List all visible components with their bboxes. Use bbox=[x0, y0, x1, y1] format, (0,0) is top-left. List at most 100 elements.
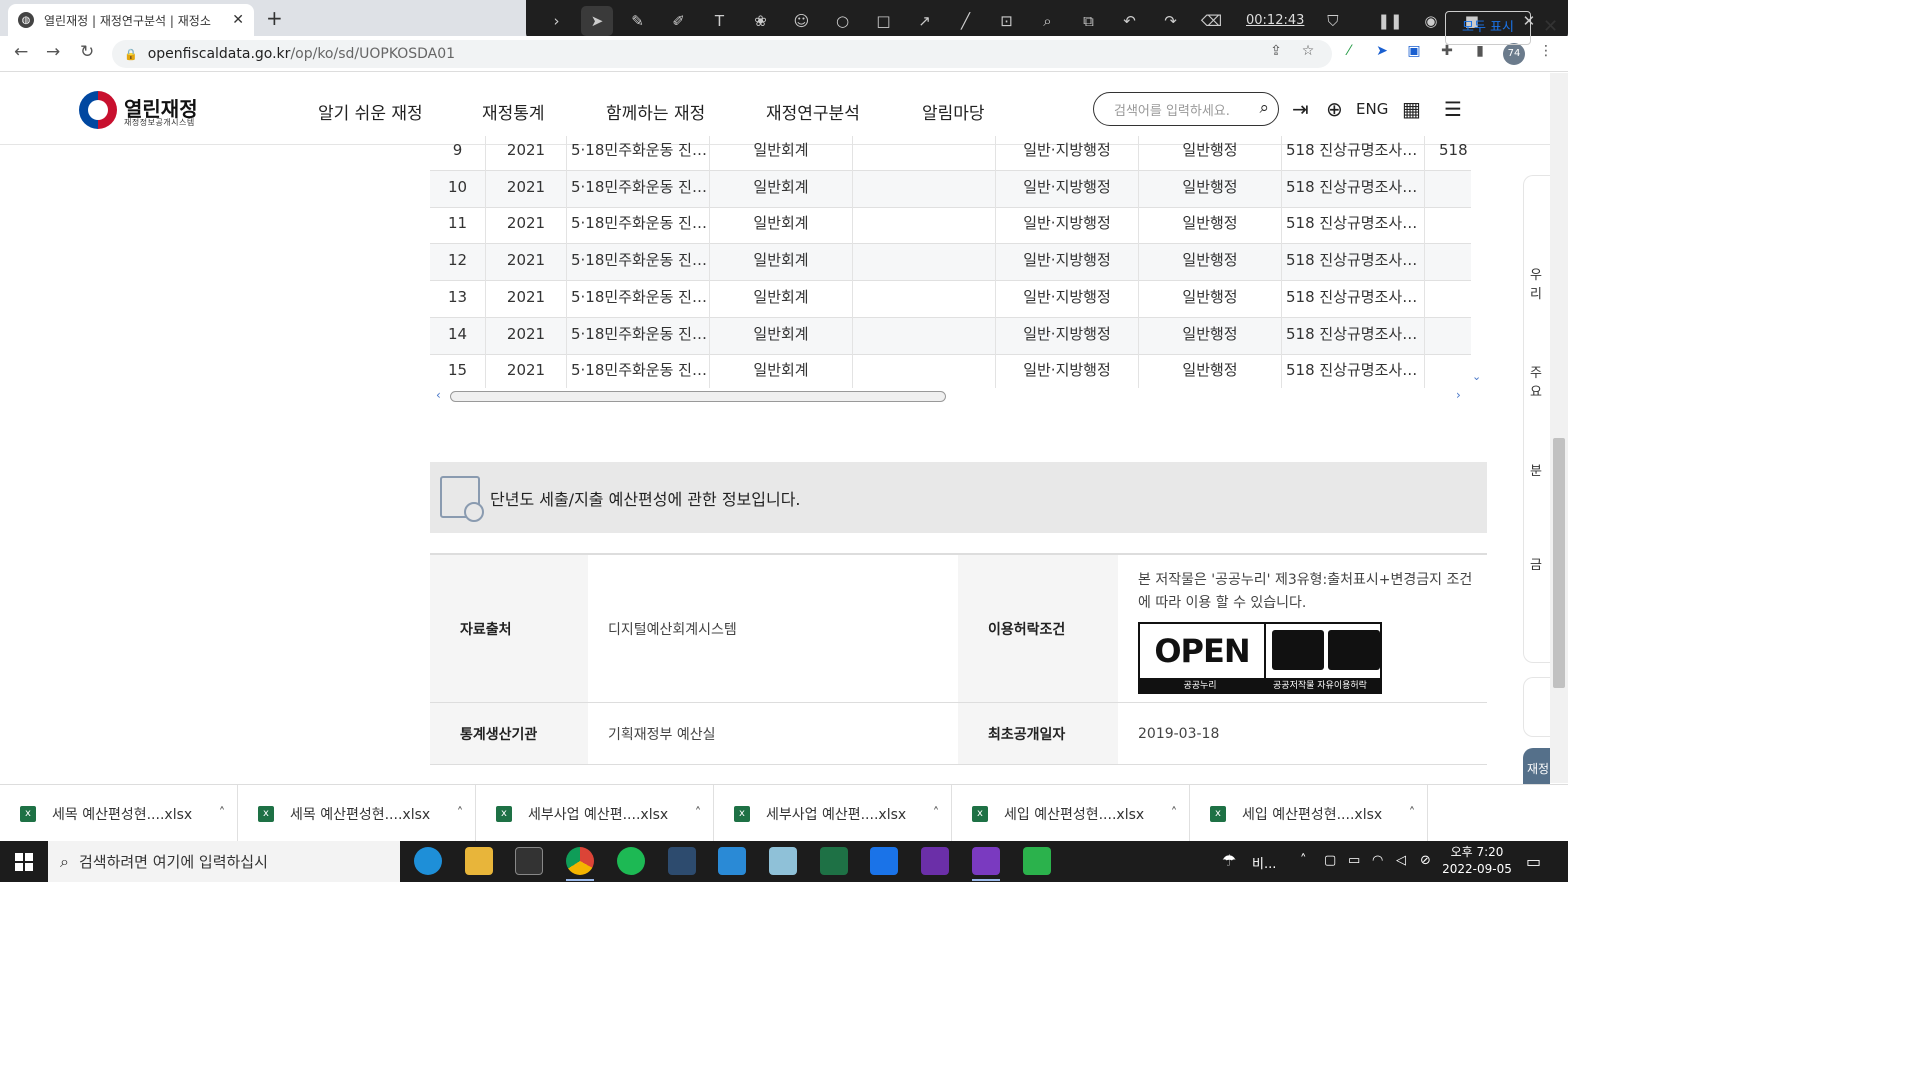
line-tool-icon[interactable]: ╱ bbox=[945, 12, 986, 30]
shapes-tool-icon[interactable]: ❀ bbox=[740, 12, 781, 30]
mysql-workbench-icon[interactable] bbox=[668, 847, 696, 875]
arrow-tool-icon[interactable]: ↗ bbox=[904, 12, 945, 30]
taskbar-search-box[interactable]: ⌕ 검색하려면 여기에 입력하십시 bbox=[48, 841, 400, 882]
file-explorer-icon[interactable] bbox=[465, 847, 493, 875]
scrollbar-thumb[interactable] bbox=[450, 391, 946, 402]
bookmark-star-icon[interactable]: ☆ bbox=[1298, 43, 1318, 63]
menu-hamburger-icon[interactable]: ☰ bbox=[1444, 97, 1462, 121]
edge-icon[interactable] bbox=[414, 847, 442, 875]
download-item[interactable]: x 세부사업 예산편....xlsx ˄ bbox=[714, 785, 952, 842]
spotify-icon[interactable] bbox=[617, 847, 645, 875]
login-icon[interactable]: ⇥ bbox=[1292, 97, 1309, 121]
table-row[interactable]: 9 2021 5·18민주화운동 진… 일반회계 일반·지방행정 일반행정 518 진상규명… bbox=[430, 136, 1471, 171]
show-all-downloads-button[interactable]: 모두 표시 bbox=[1445, 11, 1531, 45]
device-icon[interactable]: ▢ bbox=[1324, 853, 1336, 868]
pointer-tool-icon[interactable]: ➤ bbox=[581, 5, 613, 36]
undo-icon[interactable]: ↶ bbox=[1109, 12, 1150, 30]
address-bar[interactable]: 🔒 openfiscaldata.go.kr/op/ko/sd/UOPKOSDA… bbox=[112, 40, 1332, 68]
download-item[interactable]: x 세목 예산편성현....xlsx ˄ bbox=[0, 785, 238, 842]
vscode-icon[interactable] bbox=[718, 847, 746, 875]
chrome-icon[interactable] bbox=[566, 847, 594, 881]
logo-emblem[interactable] bbox=[79, 91, 117, 129]
weather-icon[interactable]: ☂ bbox=[1222, 851, 1236, 870]
taskbar-clock[interactable]: 오후 7:20 2022-09-05 bbox=[1440, 844, 1514, 878]
browser-tab[interactable]: ◍ 열린재정 | 재정연구분석 | 재정소 ✕ bbox=[8, 4, 254, 36]
table-row[interactable]: 10 2021 5·18민주화운동 진… 일반회계 일반·지방행정 일반행정 518 진상규… bbox=[430, 170, 1471, 208]
nav-item-together-finance[interactable]: 함께하는 재정 bbox=[606, 99, 705, 124]
globe-icon[interactable]: ⊕ bbox=[1326, 97, 1343, 121]
battery-icon[interactable]: ▭ bbox=[1348, 853, 1360, 868]
s-app-icon[interactable] bbox=[870, 847, 898, 875]
side-panel-icon[interactable]: ▮ bbox=[1470, 43, 1490, 63]
tray-chevron-icon[interactable]: ˄ bbox=[1300, 853, 1307, 868]
nav-item-finance-stats[interactable]: 재정통계 bbox=[482, 99, 545, 124]
windows-start-icon[interactable] bbox=[15, 853, 33, 871]
table-row[interactable]: 13 2021 5·18민주화운동 진… 일반회계 일반·지방행정 일반행정 518 진상규… bbox=[430, 280, 1471, 318]
site-search-input[interactable]: 검색어를 입력하세요. ⌕ bbox=[1093, 92, 1279, 126]
extension-pen-icon[interactable]: ⁄ bbox=[1339, 43, 1359, 63]
pen-tool-icon[interactable]: ✎ bbox=[617, 12, 658, 30]
table-row[interactable]: 14 2021 5·18민주화운동 진… 일반회계 일반·지방행정 일반행정 518 진상규… bbox=[430, 317, 1471, 355]
download-item[interactable]: x 세입 예산편성현....xlsx ˄ bbox=[1190, 785, 1428, 842]
terminal-icon[interactable] bbox=[515, 847, 543, 875]
shield-icon[interactable]: ⛉ bbox=[1312, 12, 1353, 30]
extensions-puzzle-icon[interactable]: ✚ bbox=[1437, 43, 1457, 63]
forward-icon[interactable]: → bbox=[46, 42, 60, 62]
quick-menu-item[interactable]: 분 bbox=[1530, 460, 1542, 479]
quick-menu-item[interactable]: 우리 bbox=[1530, 264, 1550, 302]
scroll-right-icon[interactable]: › bbox=[1456, 388, 1461, 402]
capture-tool-icon[interactable]: ⊡ bbox=[986, 12, 1027, 30]
redo-icon[interactable]: ↷ bbox=[1150, 12, 1191, 30]
calendar-icon[interactable]: ▦ bbox=[1402, 97, 1421, 121]
profile-avatar[interactable]: 74 bbox=[1503, 43, 1525, 65]
download-options-chevron-icon[interactable]: ˄ bbox=[207, 806, 237, 821]
extension-arrow-icon[interactable]: ➤ bbox=[1372, 43, 1392, 63]
expand-icon[interactable]: › bbox=[536, 12, 577, 30]
notification-icon[interactable]: ▭ bbox=[1526, 852, 1541, 871]
scroll-down-icon[interactable]: ⌄ bbox=[1472, 370, 1481, 383]
download-options-chevron-icon[interactable]: ˄ bbox=[1397, 806, 1427, 821]
quick-menu-panel-secondary[interactable] bbox=[1523, 677, 1550, 737]
quick-menu-item[interactable]: 금 bbox=[1530, 554, 1542, 573]
wifi-icon[interactable]: ◠ bbox=[1372, 853, 1383, 868]
table-horizontal-scrollbar[interactable]: ‹ › bbox=[430, 388, 1471, 406]
download-item[interactable]: x 세부사업 예산편....xlsx ˄ bbox=[476, 785, 714, 842]
mute-icon[interactable]: ⊘ bbox=[1420, 853, 1431, 868]
scrollbar-thumb[interactable] bbox=[1553, 438, 1565, 688]
notepad-icon[interactable] bbox=[769, 847, 797, 875]
emoji-tool-icon[interactable]: ☺ bbox=[781, 12, 822, 30]
search-icon[interactable]: ⌕ bbox=[1259, 98, 1269, 118]
page-vertical-scrollbar[interactable] bbox=[1550, 73, 1568, 783]
scroll-left-icon[interactable]: ‹ bbox=[436, 388, 441, 402]
table-row[interactable]: 11 2021 5·18민주화운동 진… 일반회계 일반·지방행정 일반행정 518 진상규… bbox=[430, 207, 1471, 245]
language-toggle[interactable]: ENG bbox=[1356, 100, 1388, 118]
excel-icon[interactable] bbox=[820, 847, 848, 875]
download-options-chevron-icon[interactable]: ˄ bbox=[445, 806, 475, 821]
nav-item-notice[interactable]: 알림마당 bbox=[922, 99, 985, 124]
download-options-chevron-icon[interactable]: ˄ bbox=[1159, 806, 1189, 821]
text-tool-icon[interactable]: T bbox=[699, 12, 740, 30]
nav-item-research-analysis[interactable]: 재정연구분석 bbox=[766, 99, 860, 124]
tab-close-icon[interactable]: ✕ bbox=[232, 12, 244, 28]
table-row[interactable]: 12 2021 5·18민주화운동 진… 일반회계 일반·지방행정 일반행정 518 진상규… bbox=[430, 244, 1471, 282]
table-row[interactable]: 15 2021 5·18민주화운동 진… 일반회계 일반·지방행정 일반행정 518 진상규… bbox=[430, 354, 1471, 388]
download-options-chevron-icon[interactable]: ˄ bbox=[683, 806, 713, 821]
share-icon[interactable]: ⇪ bbox=[1266, 43, 1286, 63]
nav-item-easy-finance[interactable]: 알기 쉬운 재정 bbox=[318, 99, 423, 124]
kogl-license-badge[interactable]: OPEN 공공누리 공공저작물 자유이용허락 bbox=[1138, 622, 1382, 694]
circle-tool-icon[interactable]: ○ bbox=[822, 12, 863, 30]
volume-icon[interactable]: ◁ bbox=[1396, 853, 1406, 868]
highlighter-tool-icon[interactable]: ✐ bbox=[658, 12, 699, 30]
rectangle-tool-icon[interactable]: □ bbox=[863, 12, 904, 30]
recorder-app-icon[interactable] bbox=[921, 847, 949, 875]
quick-menu-finance-button[interactable]: 재정 bbox=[1523, 748, 1550, 784]
reload-icon[interactable]: ↻ bbox=[80, 42, 94, 62]
quick-menu-item[interactable]: 주요 bbox=[1530, 362, 1550, 400]
weather-text[interactable]: 비... bbox=[1252, 853, 1276, 872]
back-icon[interactable]: ← bbox=[14, 42, 28, 62]
download-item[interactable]: x 세입 예산편성현....xlsx ˄ bbox=[952, 785, 1190, 842]
zoom-tool-icon[interactable]: ⌕ bbox=[1027, 12, 1068, 30]
media-player-icon[interactable] bbox=[1023, 847, 1051, 875]
extension-ui-icon[interactable]: ▣ bbox=[1404, 43, 1424, 63]
new-tab-button[interactable]: + bbox=[266, 6, 283, 30]
